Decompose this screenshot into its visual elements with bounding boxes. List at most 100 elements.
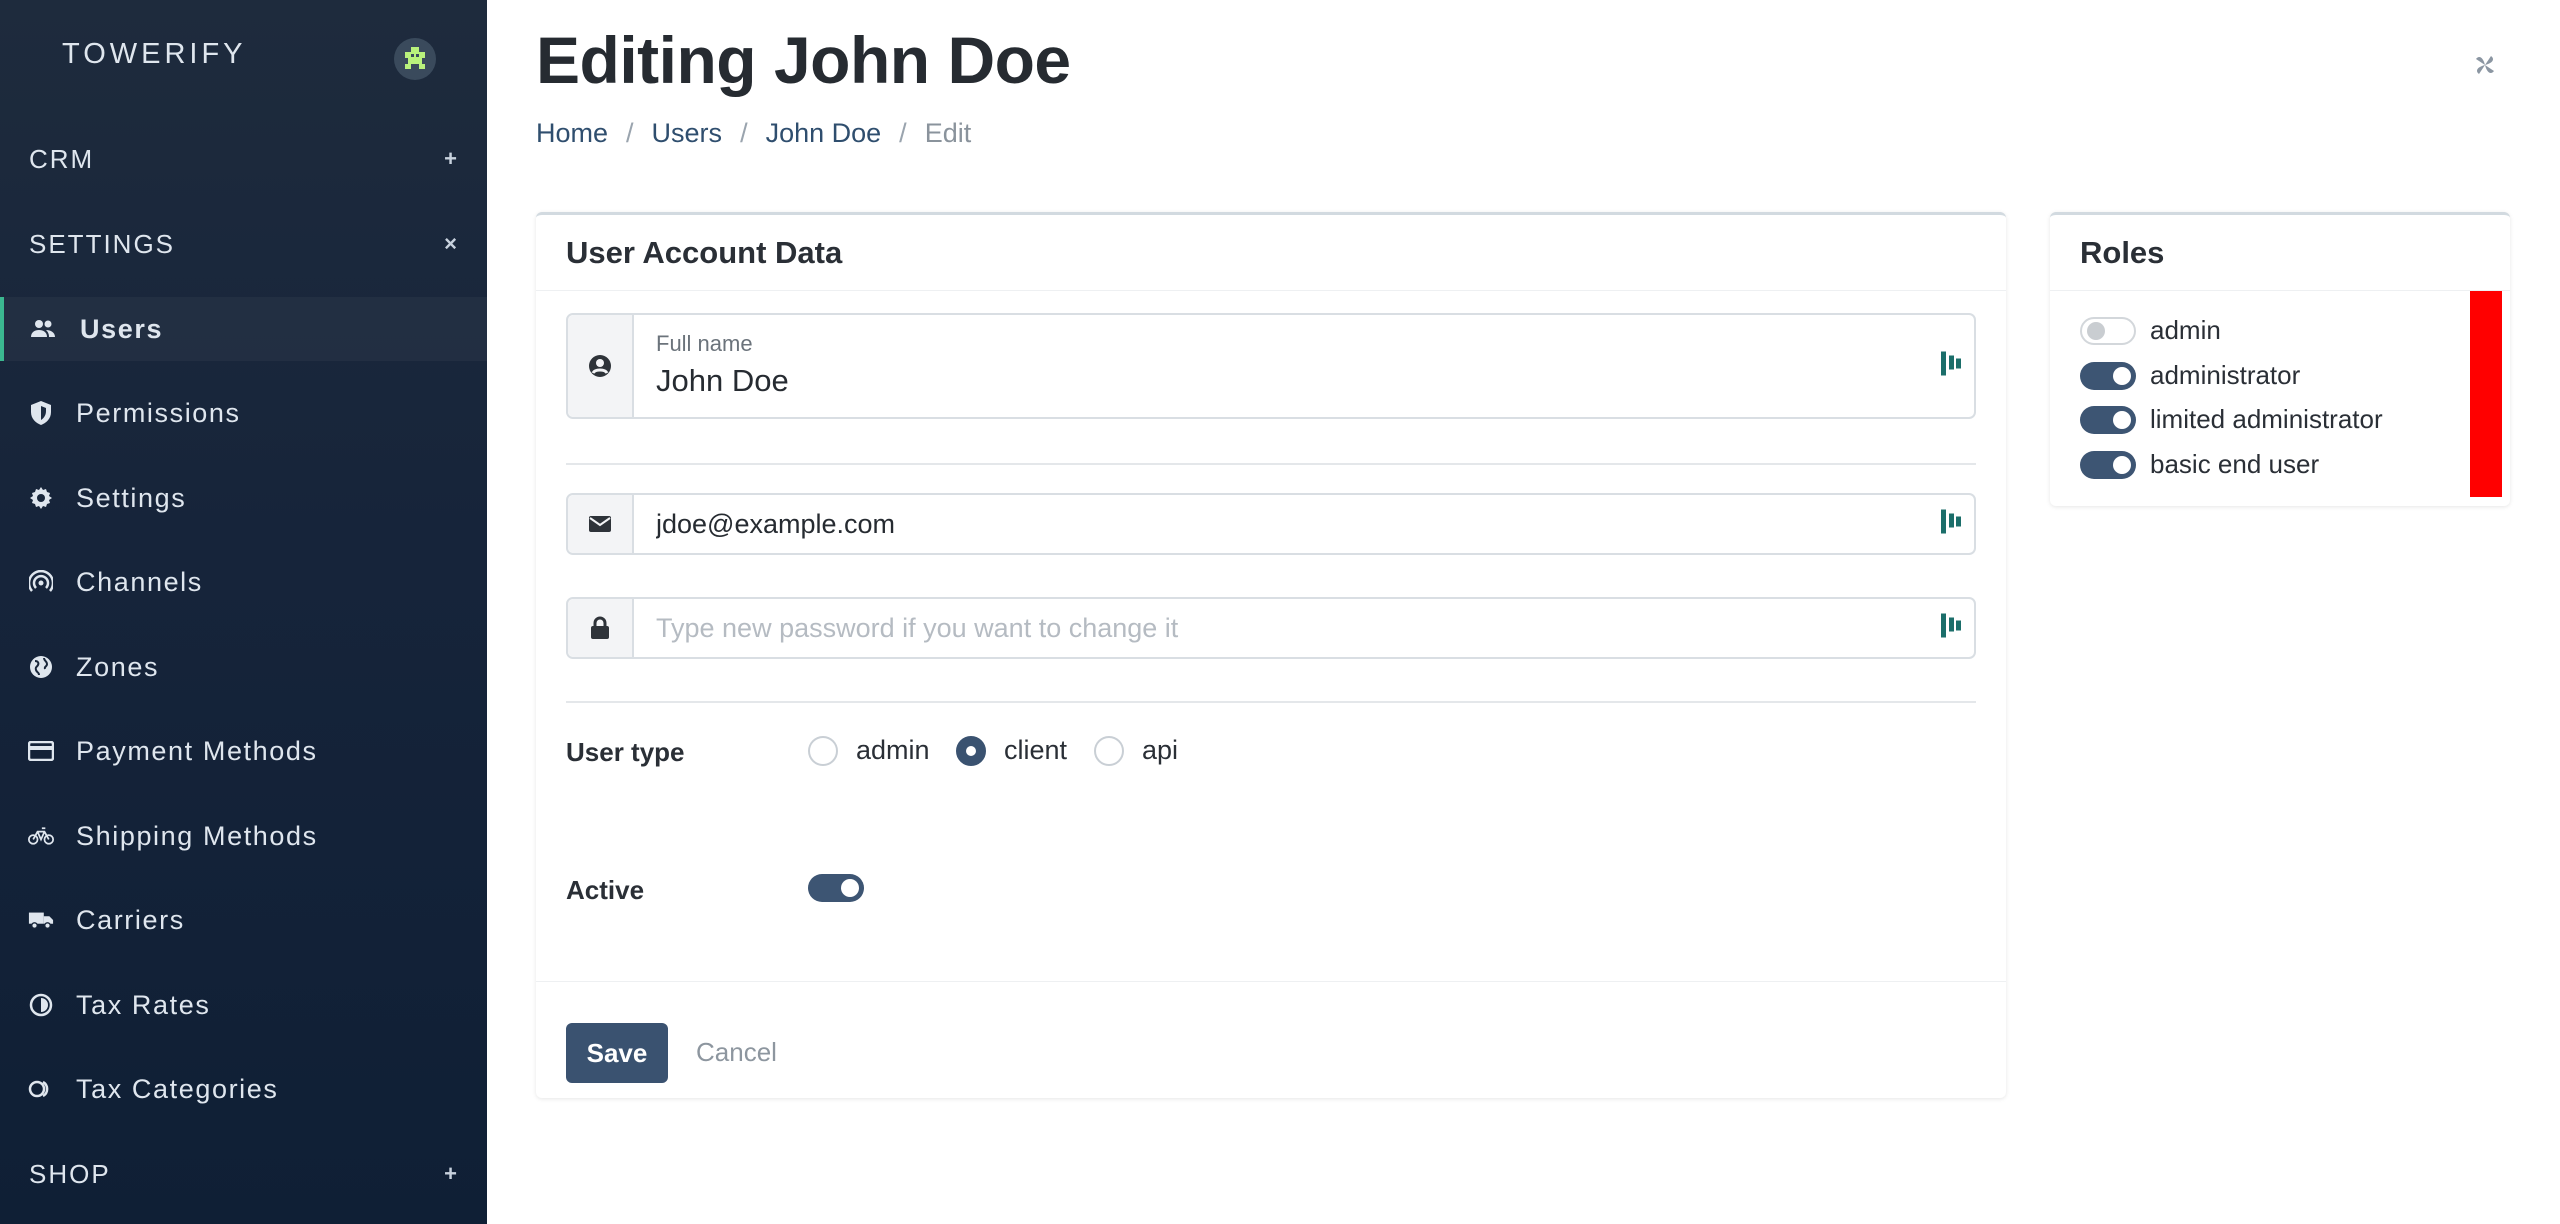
breadcrumb-home[interactable]: Home — [536, 118, 608, 149]
lastpass-icon[interactable] — [1940, 508, 1962, 541]
sidebar-item-label: Payment Methods — [76, 735, 318, 766]
card-divider — [2050, 290, 2510, 291]
sidebar-item-carriers[interactable]: Carriers — [0, 888, 487, 952]
breadcrumb-separator: / — [740, 118, 748, 148]
page-title: Editing John Doe — [536, 23, 1071, 97]
pin-icon[interactable] — [2472, 52, 2498, 83]
sidebar-item-tax-rates[interactable]: Tax Rates — [0, 973, 487, 1037]
close-icon[interactable]: × — [444, 231, 459, 257]
role-toggle[interactable] — [2080, 450, 2136, 479]
section-settings-label: SETTINGS — [29, 228, 176, 259]
user-type-label: User type — [566, 737, 685, 767]
plus-icon[interactable]: + — [444, 1161, 459, 1187]
radio-button[interactable] — [808, 735, 838, 766]
password-field[interactable] — [566, 597, 1976, 659]
shield-icon — [28, 400, 54, 426]
user-type-admin-option[interactable]: admin — [808, 735, 930, 766]
role-toggle[interactable] — [2080, 316, 2136, 345]
globe-icon — [28, 654, 54, 680]
breadcrumb-users[interactable]: Users — [652, 118, 723, 149]
card-footer-divider — [536, 981, 2006, 982]
full-name-label: Full name — [656, 331, 753, 356]
sidebar-item-label: Shipping Methods — [76, 820, 318, 851]
credit-card-icon — [28, 738, 54, 764]
sidebar-item-label: Tax Categories — [76, 1073, 279, 1104]
sidebar-item-label: Zones — [76, 651, 160, 682]
cancel-button[interactable]: Cancel — [696, 1037, 777, 1068]
tags-icon — [28, 1076, 54, 1102]
brand-logo-icon — [394, 38, 436, 80]
sidebar-item-zones[interactable]: Zones — [0, 635, 487, 699]
user-account-card: User Account Data Full name John Doe jdo… — [536, 212, 2006, 1098]
card-title: Roles — [2080, 235, 2165, 270]
sidebar-item-users[interactable]: Users — [0, 297, 487, 361]
radio-label: admin — [856, 735, 930, 765]
sidebar-item-tax-categories[interactable]: Tax Categories — [0, 1057, 487, 1121]
role-label: admin — [2150, 315, 2221, 345]
save-button[interactable]: Save — [566, 1023, 668, 1083]
email-field[interactable] — [566, 493, 1976, 555]
users-icon — [30, 316, 56, 342]
user-type-client-option[interactable]: client — [956, 735, 1067, 766]
section-shop[interactable]: SHOP + — [29, 1154, 459, 1194]
roles-card: Roles admin administrator limited admini… — [2050, 212, 2510, 506]
pie-icon — [28, 992, 54, 1018]
lastpass-icon[interactable] — [1940, 612, 1962, 645]
gear-icon — [28, 485, 54, 511]
sidebar-item-label: Channels — [76, 566, 203, 597]
password-input[interactable] — [634, 599, 1924, 657]
section-shop-label: SHOP — [29, 1158, 111, 1189]
radio-button[interactable] — [956, 735, 986, 766]
radio-button[interactable] — [1094, 735, 1124, 766]
email-input[interactable] — [634, 495, 1924, 553]
truck-icon — [28, 907, 54, 933]
role-label: basic end user — [2150, 449, 2320, 479]
sidebar-item-label: Settings — [76, 482, 187, 513]
plus-icon[interactable]: + — [444, 146, 459, 172]
breadcrumb-current: Edit — [924, 118, 972, 148]
user-circle-icon — [568, 315, 634, 417]
breadcrumb-separator: / — [899, 118, 907, 148]
sidebar: TOWERIFY CRM + SETTINGS × Users Permissi… — [0, 0, 487, 1224]
breadcrumb-separator: / — [626, 118, 634, 148]
full-name-value[interactable]: John Doe — [656, 363, 789, 399]
sidebar-item-permissions[interactable]: Permissions — [0, 381, 487, 445]
role-label: limited administrator — [2150, 404, 2383, 434]
role-administrator[interactable]: administrator — [2080, 360, 2300, 391]
active-toggle[interactable] — [808, 874, 864, 902]
sidebar-item-shipping-methods[interactable]: Shipping Methods — [0, 804, 487, 868]
breadcrumb-user[interactable]: John Doe — [766, 118, 882, 149]
broadcast-icon — [28, 569, 54, 595]
sidebar-item-settings[interactable]: Settings — [0, 466, 487, 530]
sidebar-item-label: Users — [80, 313, 164, 344]
radio-label: api — [1142, 735, 1179, 765]
envelope-icon — [568, 495, 634, 553]
role-label: administrator — [2150, 360, 2301, 390]
roles-marker — [2470, 291, 2502, 497]
section-settings[interactable]: SETTINGS × — [29, 224, 459, 264]
full-name-field[interactable]: Full name John Doe — [566, 313, 1976, 419]
lastpass-icon[interactable] — [1940, 350, 1962, 383]
bicycle-icon — [28, 823, 54, 849]
brand-name[interactable]: TOWERIFY — [62, 38, 247, 71]
section-crm[interactable]: CRM + — [29, 139, 459, 179]
role-toggle[interactable] — [2080, 405, 2136, 434]
sidebar-item-payment-methods[interactable]: Payment Methods — [0, 719, 487, 783]
sidebar-item-label: Permissions — [76, 397, 241, 428]
role-basic-end-user[interactable]: basic end user — [2080, 449, 2319, 480]
role-toggle[interactable] — [2080, 361, 2136, 390]
role-admin[interactable]: admin — [2080, 315, 2221, 346]
divider — [566, 463, 1976, 465]
breadcrumb: Home / Users / John Doe / Edit — [536, 118, 971, 149]
section-crm-label: CRM — [29, 143, 95, 174]
active-label: Active — [566, 875, 645, 905]
radio-label: client — [1004, 735, 1068, 765]
divider — [566, 701, 1976, 703]
sidebar-item-label: Carriers — [76, 904, 185, 935]
role-limited-administrator[interactable]: limited administrator — [2080, 404, 2383, 435]
sidebar-item-label: Tax Rates — [76, 989, 211, 1020]
card-title: User Account Data — [566, 235, 843, 270]
sidebar-item-channels[interactable]: Channels — [0, 550, 487, 614]
user-type-api-option[interactable]: api — [1094, 735, 1178, 766]
lock-icon — [568, 599, 634, 657]
